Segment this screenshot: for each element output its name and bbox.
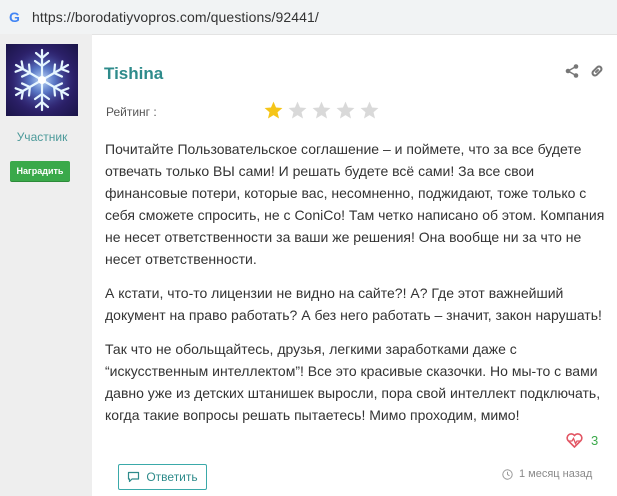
star-filled-icon[interactable] xyxy=(263,100,284,121)
reply-button[interactable]: Ответить xyxy=(118,464,207,490)
heart-icon[interactable] xyxy=(566,433,583,448)
post-body: Почитайте Пользовательское соглашение – … xyxy=(105,138,617,438)
url-text[interactable]: https://borodatiyvopros.com/questions/92… xyxy=(32,9,319,25)
award-button[interactable]: Наградить xyxy=(10,161,70,181)
star-empty-icon[interactable] xyxy=(311,100,332,121)
snowflake-icon xyxy=(8,46,76,114)
post-time: 1 месяц назад xyxy=(502,468,592,480)
star-empty-icon[interactable] xyxy=(335,100,356,121)
share-icon[interactable] xyxy=(565,64,579,78)
avatar[interactable] xyxy=(6,44,78,116)
time-text: 1 месяц назад xyxy=(519,468,593,480)
user-role: Участник xyxy=(16,130,68,144)
author-panel: Участник Наградить xyxy=(0,34,92,496)
link-icon[interactable] xyxy=(589,63,605,79)
star-empty-icon[interactable] xyxy=(359,100,380,121)
comment-icon xyxy=(128,471,140,483)
post-paragraph: Почитайте Пользовательское соглашение – … xyxy=(105,141,605,267)
post-paragraph: Так что не обольщайтесь, друзья, легкими… xyxy=(105,341,601,423)
like-control[interactable]: 3 xyxy=(566,433,598,448)
rating-label: Рейтинг : xyxy=(106,105,157,119)
clock-icon xyxy=(502,468,513,480)
username[interactable]: Tishina xyxy=(104,64,163,84)
post-paragraph: А кстати, что-то лицензии не видно на са… xyxy=(105,285,602,323)
rating-stars[interactable] xyxy=(263,100,380,121)
like-count: 3 xyxy=(591,433,599,448)
reply-label: Ответить xyxy=(146,470,198,484)
star-empty-icon[interactable] xyxy=(287,100,308,121)
address-bar[interactable]: G https://borodatiyvopros.com/questions/… xyxy=(0,0,617,35)
google-icon: G xyxy=(9,9,20,25)
comment-post: Tishina Рейтинг : Почитайте Пользователь… xyxy=(92,34,617,496)
